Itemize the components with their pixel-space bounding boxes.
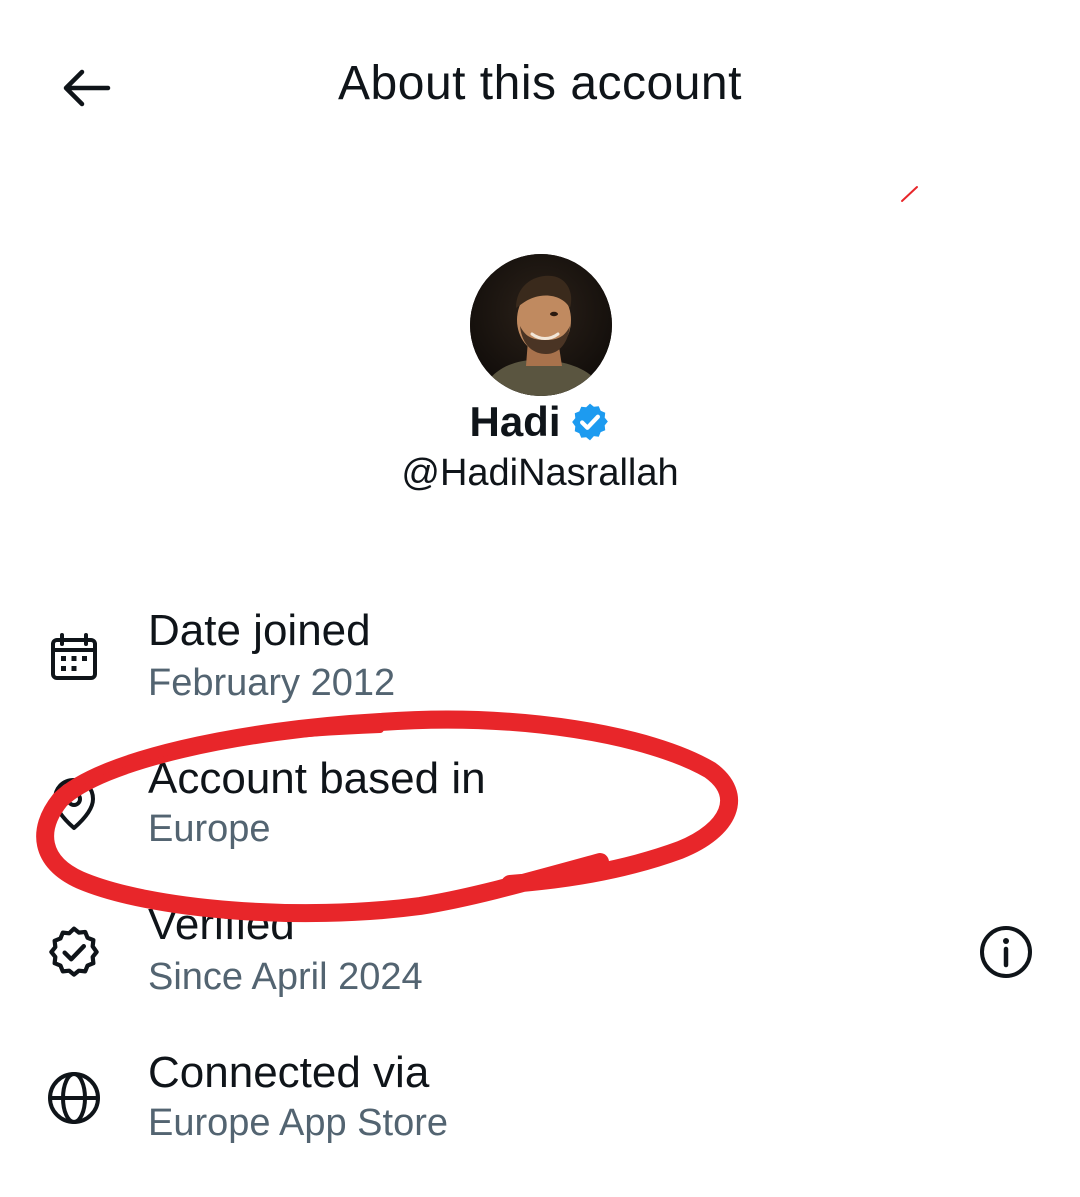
display-name-row: Hadi [0,398,1080,446]
connected-via-value: Europe App Store [148,1102,448,1144]
account-based-in-label: Account based in [148,754,486,803]
verified-outline-icon [44,922,104,982]
globe-icon [44,1068,104,1128]
calendar-icon [44,628,104,688]
date-joined-value: February 2012 [148,662,396,704]
location-pin-icon [44,774,104,834]
account-based-in-value: Europe [148,808,271,850]
display-name: Hadi [469,398,561,445]
avatar[interactable] [470,254,612,396]
verified-info-button[interactable] [974,920,1038,984]
verified-value: Since April 2024 [148,956,423,998]
user-handle: @HadiNasrallah [401,452,679,494]
connected-via-label: Connected via [148,1048,430,1097]
avatar-photo [470,254,612,396]
info-icon [980,926,1032,978]
red-circle-annotation [36,186,918,923]
date-joined-label: Date joined [148,606,371,655]
page-title: About this account [338,57,742,110]
verified-label: Verified [148,900,295,949]
verified-badge-icon [571,403,608,441]
